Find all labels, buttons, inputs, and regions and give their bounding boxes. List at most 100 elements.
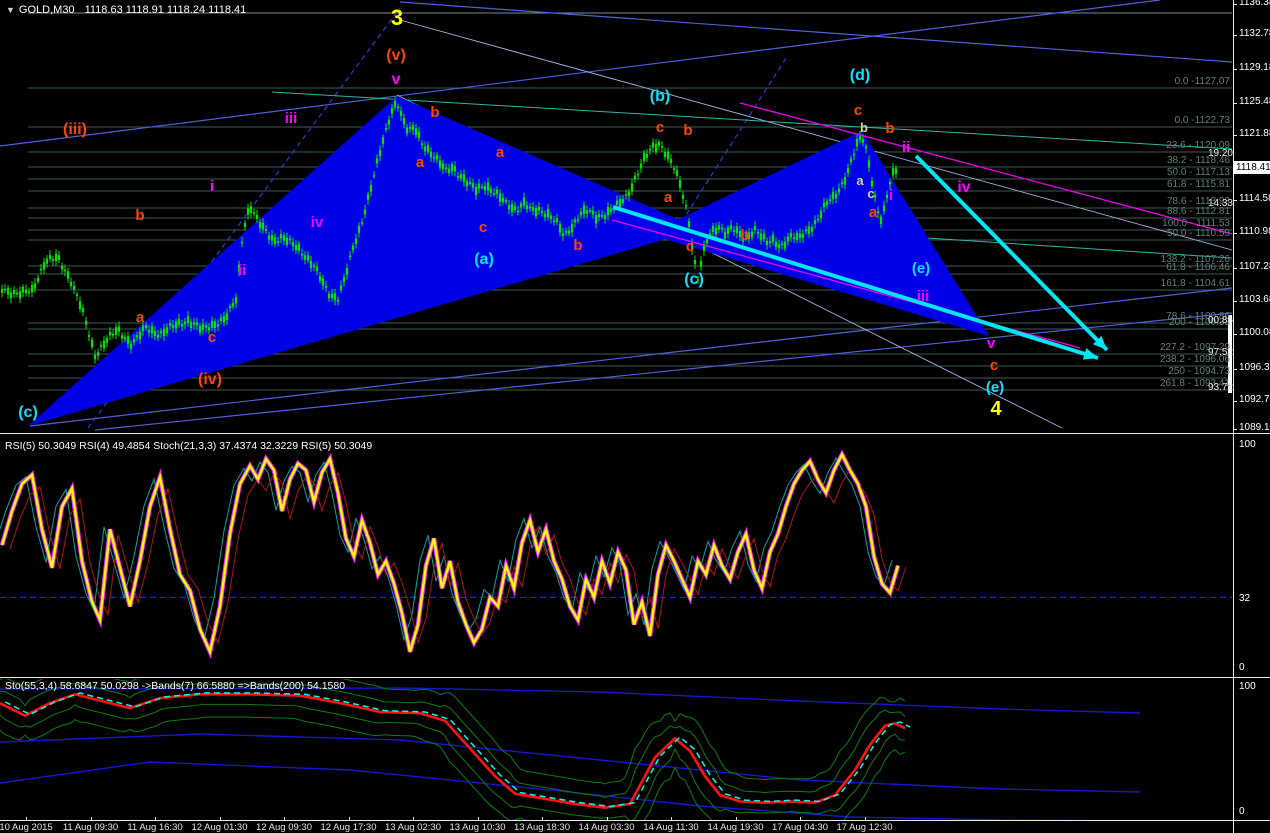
candle-body [795,232,799,241]
candle-body [672,168,676,170]
rsi-scale-label: 0 [1239,662,1245,673]
candle-body [291,241,295,247]
candle-body [99,345,103,347]
time-axis-label: 12 Aug 01:30 [191,822,248,833]
candle-body [54,253,58,262]
wave-label[interactable]: c [823,103,893,118]
wave-label[interactable]: a [465,145,535,160]
candle-body [663,151,667,158]
candle-body [357,226,361,233]
candle-body [381,137,385,144]
rsi-panel[interactable] [0,449,1232,660]
candle-body [642,152,646,161]
sto-indicator-header: Sto(55,3,4) 58.6847 50.0298 ->Bands(7) 6… [5,680,346,692]
rsi-scale-label: 32 [1239,593,1251,604]
candle-body [618,198,622,208]
wave-label[interactable]: b [105,208,175,223]
candle-body [504,200,508,202]
candle-body [102,340,106,349]
time-axis-label: 14 Aug 11:30 [643,822,699,833]
wave-label[interactable]: i [177,179,247,194]
wave-label[interactable]: c [836,187,906,200]
wave-label[interactable]: (e) [960,380,1030,395]
candle-body [342,277,346,283]
wave-label[interactable]: b [710,228,780,243]
candle-body [324,286,328,288]
panel-separator[interactable] [0,677,1270,678]
wave-label[interactable]: (c) [659,272,729,288]
wave-label[interactable]: c [177,330,247,345]
price-axis-label: 1121.88 [1239,128,1270,139]
candle-body [126,336,130,344]
time-axis-tick [735,817,737,820]
candle-body [645,153,649,158]
candle-body [699,260,703,267]
wave-label[interactable]: v [956,336,1026,351]
panel-separator[interactable] [0,433,1270,434]
candle-body [486,182,490,191]
sto-signal-line [4,692,911,808]
wave-label[interactable]: 4 [961,399,1031,419]
wave-label[interactable]: 3 [362,6,432,29]
wave-label[interactable]: (v) [361,48,431,64]
wave-label[interactable]: iii [888,289,958,304]
wave-label[interactable]: (iii) [40,122,110,138]
wave-label[interactable]: a [633,190,703,205]
wave-label[interactable]: v [361,72,431,88]
wave-label[interactable]: (c) [0,405,63,421]
candle-body [279,234,283,239]
candle-body [333,293,337,301]
wave-label[interactable]: c [959,358,1029,373]
candle-body [270,235,274,241]
wave-label[interactable]: iii [256,111,326,126]
price-axis-tick [1233,35,1237,36]
wave-label[interactable]: b [543,238,613,253]
candle-body [336,300,340,302]
wave-label[interactable]: a [105,310,175,325]
wave-label[interactable]: (b) [625,89,695,105]
main-price-chart[interactable] [0,0,1233,431]
wave-label[interactable]: (a) [449,252,519,268]
wave-label[interactable]: (iv) [175,372,245,388]
wave-label[interactable]: b [653,123,723,138]
candle-body [846,168,850,174]
wave-label[interactable]: b [829,121,899,134]
dropdown-arrow-icon[interactable]: ▼ [6,5,15,15]
wave-label[interactable]: a [825,174,895,187]
wave-label[interactable]: a [385,155,455,170]
fib-level-label: 50.0 - 1117.13 [1166,167,1230,178]
time-axis-tick [284,817,285,820]
wave-label[interactable]: ii [871,140,941,155]
sto-bands-panel[interactable] [0,671,1141,833]
candle-body [255,215,259,219]
candle-body [828,199,832,201]
time-axis-label: 13 Aug 10:30 [449,822,506,833]
candle-body [822,202,826,208]
candle-body [228,306,232,309]
sto-scale-label: 100 [1239,681,1256,692]
wave-label[interactable]: iv [282,215,352,230]
candle-body [159,330,163,334]
candle-body [348,255,352,258]
candle-body [660,146,664,148]
candle-body [51,259,55,261]
wave-label[interactable]: c [448,220,518,235]
candle-body [423,146,427,152]
candle-body [417,131,421,138]
candle-body [525,205,529,210]
wave-label[interactable]: b [400,105,470,120]
candle-body [150,325,154,334]
candle-body [639,163,643,169]
candle-body [318,276,322,281]
price-axis-tick [1233,4,1237,5]
candle-body [519,203,523,208]
candle-body [258,222,262,228]
wave-label[interactable]: iv [929,180,999,196]
price-axis-tick [1233,369,1237,370]
candle-body [489,188,493,194]
candle-body [321,278,325,286]
wave-label[interactable]: (e) [886,261,956,276]
wave-label[interactable]: (d) [825,68,895,84]
wave-label[interactable]: a [838,205,908,220]
wave-label[interactable]: ii [207,263,277,278]
